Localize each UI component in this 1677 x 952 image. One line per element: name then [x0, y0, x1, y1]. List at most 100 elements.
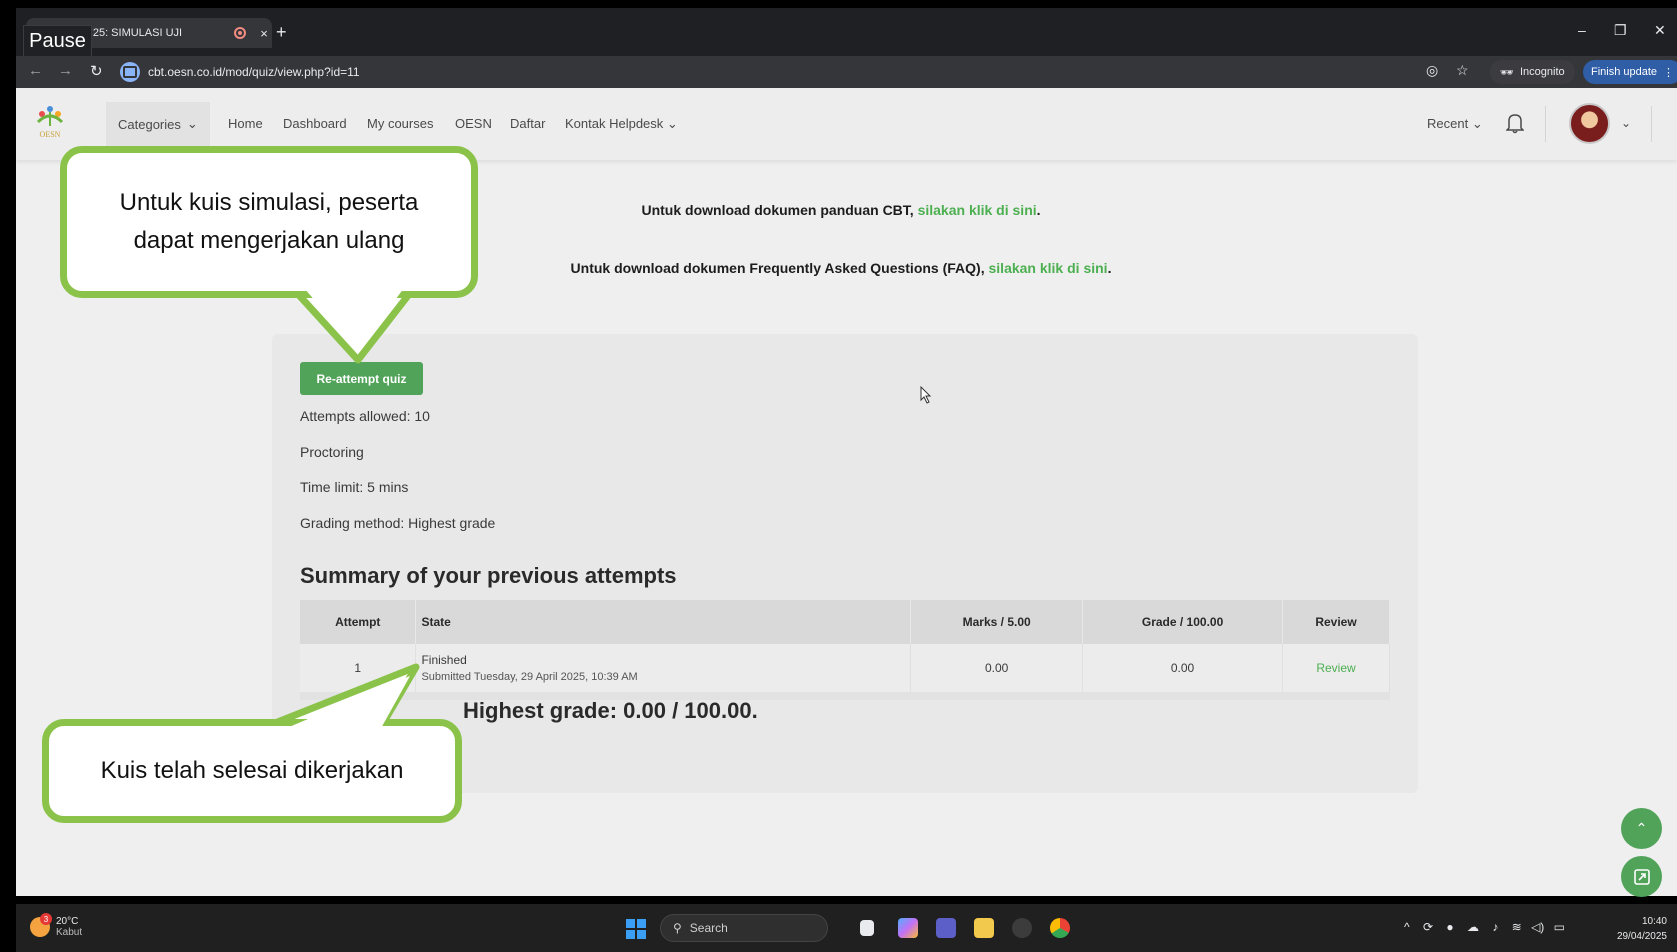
browser-tab-bar: -OESN25: SIMULASI UJI × + – ❐ ✕: [16, 8, 1677, 56]
tray-app-icon[interactable]: ●: [1446, 920, 1453, 934]
header-review: Review: [1282, 600, 1390, 644]
site-info-icon[interactable]: [120, 62, 140, 82]
user-avatar[interactable]: [1569, 103, 1610, 144]
cell-review: Review: [1282, 644, 1390, 700]
tab-close-icon[interactable]: ×: [256, 26, 272, 41]
nav-recent-dropdown[interactable]: Recent ⌄: [1427, 116, 1483, 132]
address-bar[interactable]: cbt.oesn.co.id/mod/quiz/view.php?id=11: [120, 59, 1420, 85]
faq-period: .: [1107, 260, 1112, 276]
nav-categories-dropdown[interactable]: Categories ⌄: [106, 102, 210, 146]
state-finished: Finished: [421, 653, 467, 667]
chevron-down-icon[interactable]: ⌄: [1621, 116, 1631, 130]
chevron-up-icon: ⌃: [1635, 820, 1648, 836]
faq-link[interactable]: silakan klik di sini: [989, 260, 1108, 276]
scroll-to-top-button[interactable]: ⌃: [1621, 808, 1662, 849]
bell-icon[interactable]: [1506, 112, 1524, 134]
weather-temp: 20°C: [56, 916, 79, 927]
nav-recent-label: Recent: [1427, 116, 1469, 131]
grading-method: Grading method: Highest grade: [300, 515, 496, 531]
mic-icon[interactable]: ♪: [1492, 920, 1498, 934]
nav-my-courses[interactable]: My courses: [367, 116, 433, 131]
clock-date: 29/04/2025: [1616, 931, 1667, 942]
onedrive-icon[interactable]: ☁: [1467, 920, 1479, 934]
weather-desc: Kabut: [56, 927, 83, 938]
search-icon: ⚲: [673, 921, 682, 935]
review-link[interactable]: Review: [1316, 661, 1355, 675]
nav-divider: [1651, 106, 1652, 142]
chevron-down-icon: ⌄: [666, 116, 678, 131]
faq-text: Untuk download dokumen Frequently Asked …: [570, 260, 989, 276]
back-icon[interactable]: ←: [28, 62, 43, 79]
header-state: State: [415, 600, 912, 644]
reload-icon[interactable]: ↻: [90, 62, 103, 80]
table-header-row: Attempt State Marks / 5.00 Grade / 100.0…: [300, 600, 1390, 644]
restore-icon[interactable]: ❐: [1614, 22, 1627, 39]
battery-icon[interactable]: ▭: [1554, 920, 1565, 934]
weather-badge: 3: [40, 913, 52, 925]
wifi-icon[interactable]: ≋: [1512, 920, 1522, 934]
nav-home[interactable]: Home: [228, 116, 263, 131]
chrome-icon[interactable]: [1050, 918, 1070, 938]
logo-text: OESN: [40, 130, 61, 139]
cbt-guide-link[interactable]: silakan klik di sini: [918, 202, 1037, 218]
nav-kontak-helpdesk-label: Kontak Helpdesk: [565, 116, 664, 131]
task-view-icon[interactable]: [860, 920, 874, 936]
tray-sync-icon[interactable]: ⟳: [1423, 920, 1433, 934]
callout-finished-note: Kuis telah selesai dikerjakan: [42, 719, 462, 823]
tray-chevron-icon[interactable]: ^: [1404, 920, 1410, 934]
taskbar-search-label: Search: [689, 921, 728, 935]
finish-update-label: Finish update: [1591, 66, 1658, 78]
nav-kontak-helpdesk[interactable]: Kontak Helpdesk ⌄: [565, 116, 678, 132]
cbt-guide-text: Untuk download dokumen panduan CBT,: [641, 202, 918, 218]
callout-top-line1: Untuk kuis simulasi, peserta: [119, 188, 419, 216]
app-icon[interactable]: [1012, 918, 1032, 938]
header-attempt: Attempt: [300, 600, 417, 644]
attempts-table: Attempt State Marks / 5.00 Grade / 100.0…: [300, 600, 1390, 700]
windows-start-icon[interactable]: [626, 919, 646, 939]
minimize-icon[interactable]: –: [1578, 22, 1586, 38]
window-close-icon[interactable]: ✕: [1654, 22, 1666, 39]
eye-off-icon[interactable]: ◎: [1426, 62, 1438, 79]
table-row: 1 Finished Submitted Tuesday, 29 April 2…: [300, 644, 1390, 700]
incognito-icon: 🕶: [1500, 66, 1514, 79]
expand-icon: [1633, 868, 1650, 885]
taskbar-search[interactable]: ⚲ Search: [660, 914, 828, 942]
chevron-down-icon: ⌄: [186, 116, 198, 131]
nav-daftar[interactable]: Daftar: [510, 116, 545, 131]
system-tray[interactable]: ^ ⟳ ● ☁ ♪ ≋ ◁) ▭: [1404, 920, 1565, 934]
file-explorer-icon[interactable]: [974, 918, 994, 938]
taskbar-clock[interactable]: 10:40 29/04/2025: [1611, 914, 1667, 944]
incognito-badge[interactable]: 🕶 Incognito: [1490, 60, 1575, 84]
kebab-menu-icon: ⋮: [1663, 66, 1675, 79]
highest-grade: Highest grade: 0.00 / 100.00.: [463, 698, 758, 723]
nav-dashboard[interactable]: Dashboard: [283, 116, 347, 131]
forward-icon[interactable]: →: [58, 62, 73, 79]
copilot-icon[interactable]: [898, 918, 918, 938]
teams-icon[interactable]: [936, 918, 956, 938]
header-marks: Marks / 5.00: [910, 600, 1084, 644]
windows-taskbar: 3 20°C Kabut ⚲ Search ^ ⟳ ● ☁ ♪ ≋ ◁) ▭ 1…: [16, 904, 1677, 952]
pause-tooltip: Pause: [23, 25, 92, 57]
summary-heading: Summary of your previous attempts: [300, 563, 677, 588]
oesn-logo[interactable]: OESN: [34, 104, 66, 140]
nav-divider: [1545, 106, 1546, 142]
expand-button[interactable]: [1621, 856, 1662, 897]
nav-categories-label: Categories: [118, 116, 181, 132]
new-tab-button[interactable]: +: [276, 22, 287, 43]
header-grade: Grade / 100.00: [1082, 600, 1284, 644]
nav-oesn[interactable]: OESN: [455, 116, 492, 131]
address-url: cbt.oesn.co.id/mod/quiz/view.php?id=11: [148, 65, 360, 79]
bookmark-star-icon[interactable]: ☆: [1456, 62, 1469, 79]
screen: -OESN25: SIMULASI UJI × + – ❐ ✕ Pause ← …: [0, 0, 1677, 952]
cell-grade: 0.00: [1082, 644, 1284, 700]
browser-toolbar: ← → ↻ cbt.oesn.co.id/mod/quiz/view.php?i…: [16, 56, 1677, 88]
cell-marks: 0.00: [910, 644, 1084, 700]
volume-icon[interactable]: ◁): [1531, 920, 1544, 934]
weather-widget[interactable]: 3 20°C Kabut: [30, 913, 83, 938]
callout-top-line2: dapat mengerjakan ulang: [133, 227, 405, 254]
cell-attempt: 1: [300, 644, 417, 700]
callout-reattempt-note: Untuk kuis simulasi, peserta dapat menge…: [60, 146, 478, 298]
reattempt-quiz-button[interactable]: Re-attempt quiz: [300, 362, 423, 395]
finish-update-button[interactable]: Finish update ⋮: [1583, 60, 1677, 84]
incognito-label: Incognito: [1519, 66, 1565, 78]
